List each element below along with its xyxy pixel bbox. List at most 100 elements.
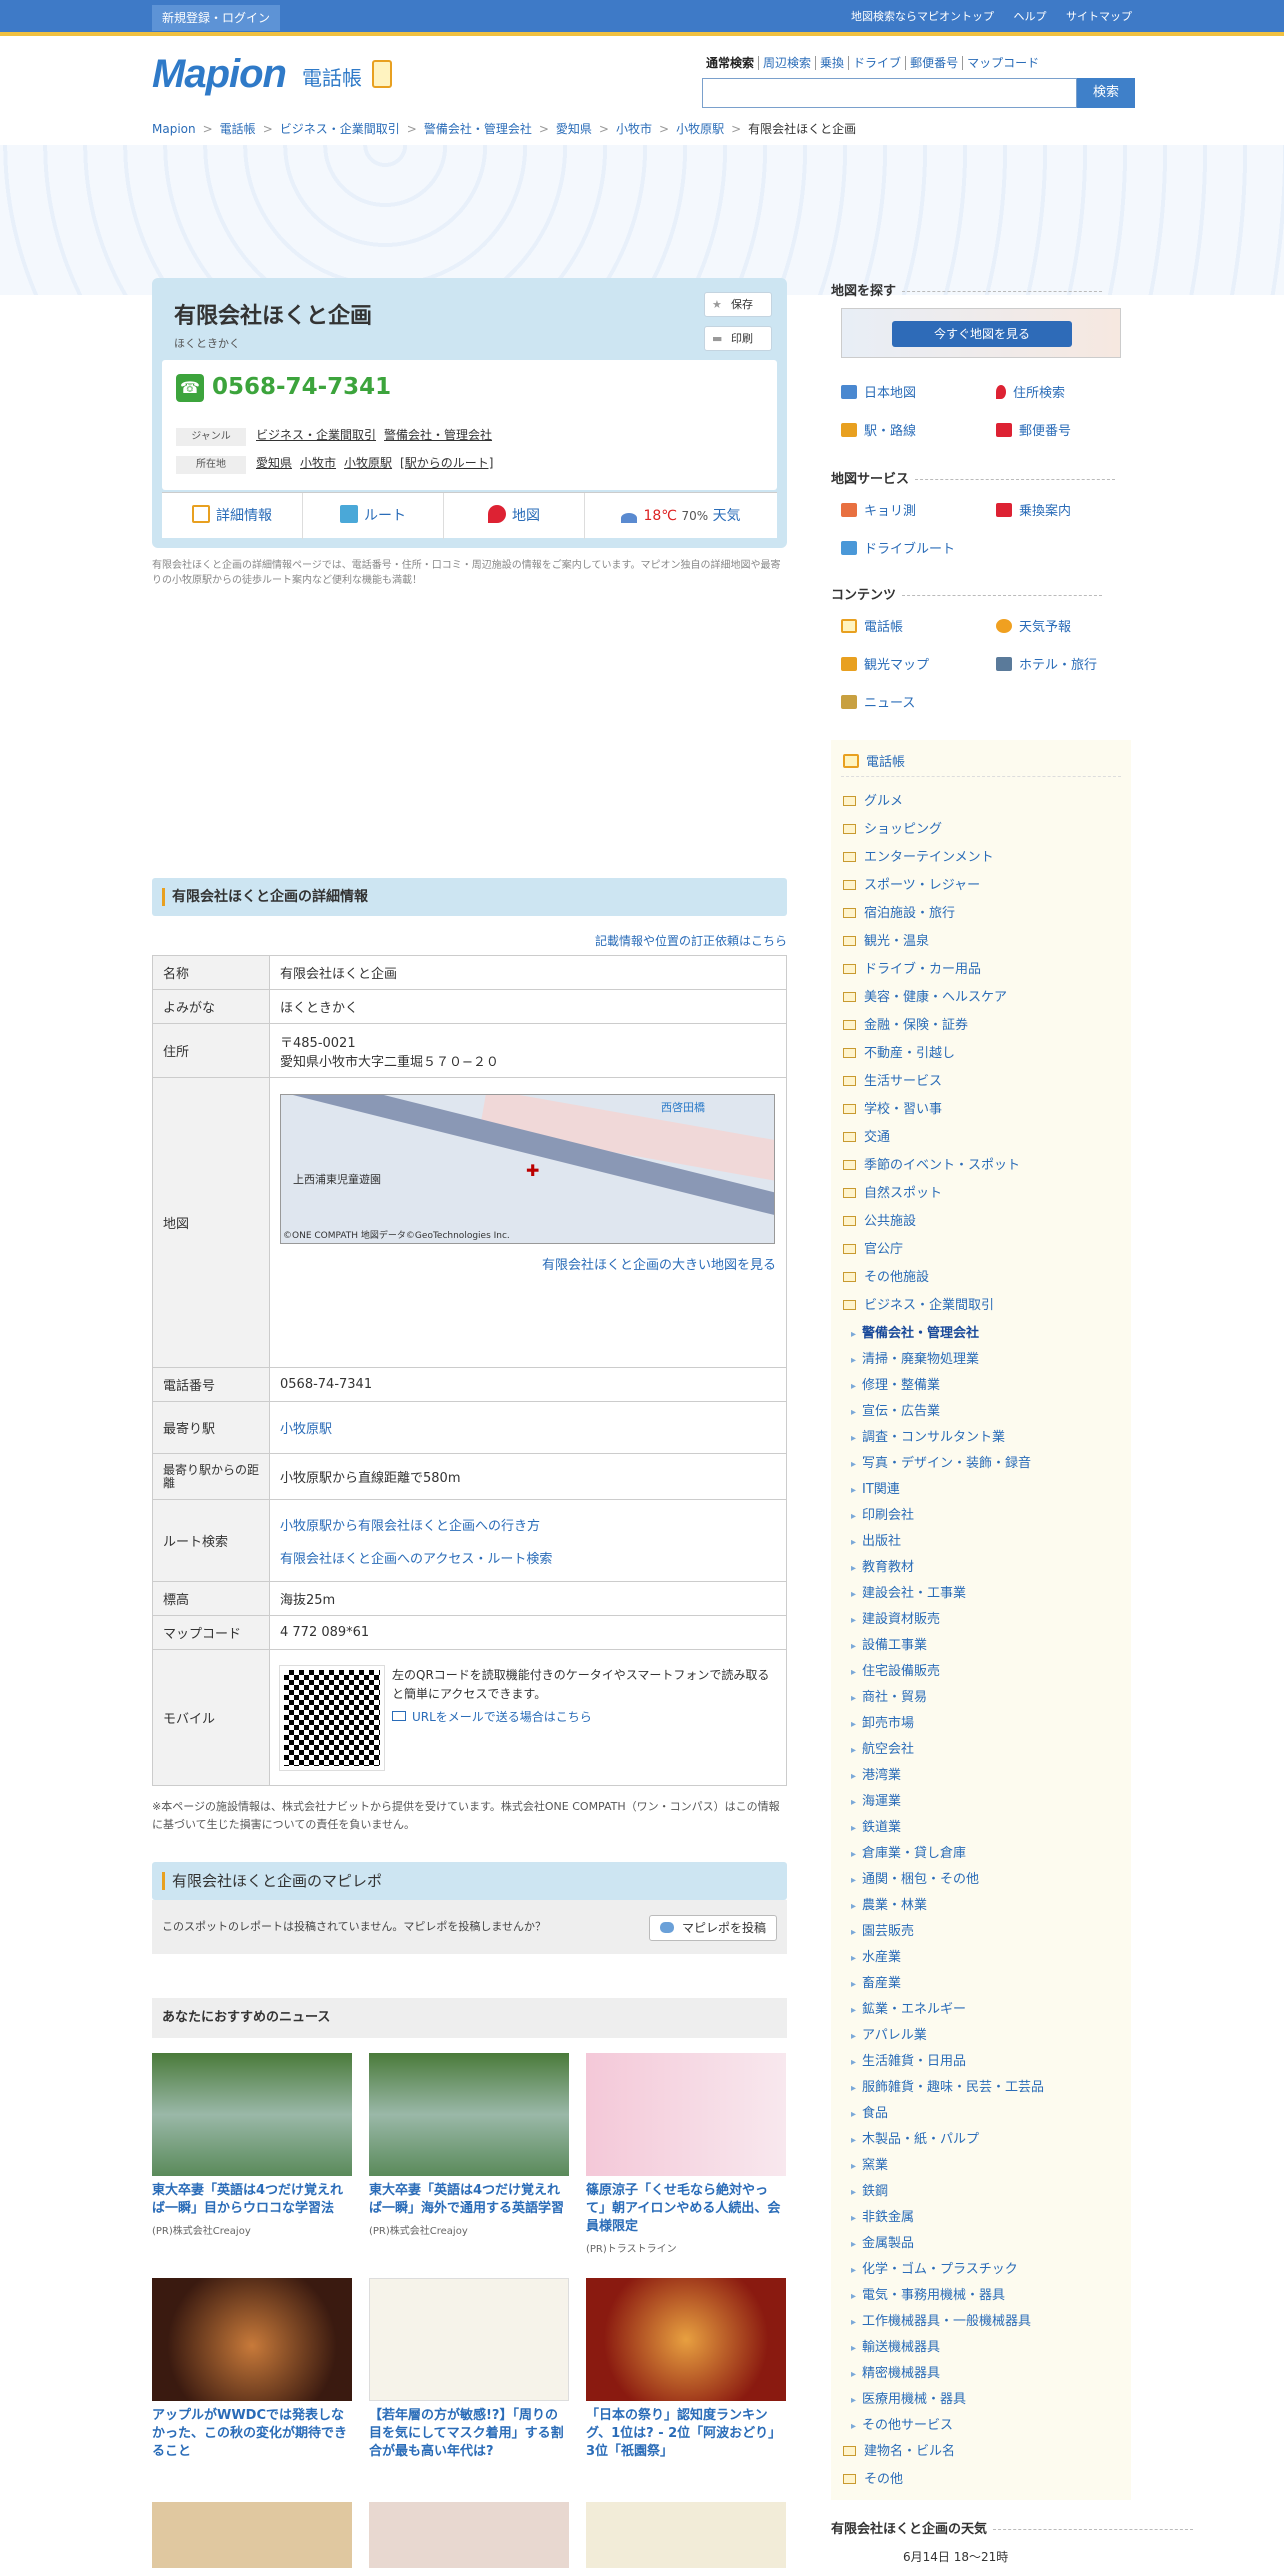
- category-item[interactable]: ドライブ・カー用品: [843, 958, 981, 977]
- search-input[interactable]: [702, 78, 1077, 108]
- subcategory-item[interactable]: 港湾業: [851, 1764, 901, 1783]
- help-link[interactable]: ヘルプ: [1014, 10, 1047, 23]
- phone-number[interactable]: 0568-74-7341: [212, 374, 391, 400]
- category-item[interactable]: 金融・保険・証券: [843, 1014, 968, 1033]
- subcategory-item[interactable]: 非鉄金属: [851, 2206, 914, 2225]
- map-tab[interactable]: 地図: [444, 493, 585, 539]
- category-item[interactable]: 建物名・ビル名: [843, 2440, 955, 2459]
- subcategory-item[interactable]: 教育教材: [851, 1556, 914, 1575]
- breadcrumb-aichi[interactable]: 愛知県: [556, 122, 592, 136]
- category-item[interactable]: ビジネス・企業間取引: [843, 1294, 994, 1313]
- address-link-city[interactable]: 小牧市: [300, 456, 336, 470]
- news-item[interactable]: 「日本の祭り」認知度ランキング、1位は? - 2位「阿波おどり」3位「祇園祭」: [586, 2278, 786, 2461]
- address-link-station[interactable]: 小牧原駅: [344, 456, 392, 470]
- tab-nearby-search[interactable]: 周辺検索: [758, 56, 816, 70]
- category-item[interactable]: 官公庁: [843, 1238, 903, 1257]
- news-item[interactable]: 東大卒妻「英語は4つだけ覚えれば一瞬」目からウロコな学習法 (PR)株式会社Cr…: [152, 2053, 352, 2237]
- search-button[interactable]: 検索: [1077, 78, 1135, 108]
- category-item[interactable]: 観光・温泉: [843, 930, 929, 949]
- phonebook-category-heading[interactable]: 電話帳: [843, 751, 905, 770]
- breadcrumb-security[interactable]: 警備会社・管理会社: [424, 122, 532, 136]
- genre-link-business[interactable]: ビジネス・企業間取引: [256, 428, 376, 442]
- subcategory-item[interactable]: 航空会社: [851, 1738, 914, 1757]
- breadcrumb-phonebook[interactable]: 電話帳: [220, 122, 256, 136]
- category-item[interactable]: その他: [843, 2468, 903, 2487]
- subcategory-item[interactable]: 金属製品: [851, 2232, 914, 2251]
- subcategory-item[interactable]: 宣伝・広告業: [851, 1400, 940, 1419]
- category-item[interactable]: その他施設: [843, 1266, 929, 1285]
- subcategory-item[interactable]: 修理・整備業: [851, 1374, 940, 1393]
- category-item[interactable]: 生活サービス: [843, 1070, 942, 1089]
- subcategory-item[interactable]: 海運業: [851, 1790, 901, 1809]
- detail-tab[interactable]: 詳細情報: [162, 493, 303, 539]
- news-item[interactable]: [586, 2502, 786, 2568]
- sitemap-link[interactable]: サイトマップ: [1066, 10, 1132, 23]
- tourism-map-link[interactable]: 観光マップ: [841, 654, 929, 673]
- send-url-mail-link[interactable]: URLをメールで送る場合はこちら: [412, 1710, 592, 1724]
- mini-map[interactable]: 西啓田橋 上西浦東児童遊園 ✚ ©ONE COMPATH 地図データ©GeoTe…: [280, 1094, 775, 1244]
- category-item[interactable]: 学校・習い事: [843, 1098, 942, 1117]
- route-tab[interactable]: ルート: [303, 493, 444, 539]
- mapion-logo[interactable]: Mapion 電話帳: [152, 52, 412, 102]
- address-link-pref[interactable]: 愛知県: [256, 456, 292, 470]
- print-button[interactable]: ▬ 印刷: [704, 326, 772, 351]
- breadcrumb-station[interactable]: 小牧原駅: [676, 122, 724, 136]
- register-login-link[interactable]: 新規登録・ログイン: [152, 5, 281, 31]
- news-item[interactable]: 【若年層の方が敏感!?】「周りの目を気にしてマスク着用」する割合が最も高い年代は…: [369, 2278, 569, 2461]
- tab-postal[interactable]: 郵便番号: [905, 56, 963, 70]
- breadcrumb-business[interactable]: ビジネス・企業間取引: [280, 122, 400, 136]
- category-item[interactable]: スポーツ・レジャー: [843, 874, 980, 893]
- subcategory-item[interactable]: 水産業: [851, 1946, 901, 1965]
- subcategory-item[interactable]: 電気・事務用機械・器具: [851, 2284, 1005, 2303]
- subcategory-item[interactable]: 調査・コンサルタント業: [851, 1426, 1005, 1445]
- distance-link[interactable]: キョリ測: [841, 500, 916, 519]
- weather-tab[interactable]: 18℃ 70% 天気: [585, 493, 777, 539]
- tab-normal-search[interactable]: 通常検索: [702, 56, 758, 70]
- large-map-link[interactable]: 有限会社ほくと企画の大きい地図を見る: [542, 1258, 776, 1273]
- subcategory-item[interactable]: 警備会社・管理会社: [851, 1322, 979, 1341]
- station-route-link[interactable]: [駅からのルート]: [400, 456, 493, 470]
- route-from-station-link[interactable]: 小牧原駅から有限会社ほくと企画への行き方: [280, 1519, 540, 1534]
- subcategory-item[interactable]: 窯業: [851, 2154, 888, 2173]
- category-item[interactable]: 公共施設: [843, 1210, 916, 1229]
- subcategory-item[interactable]: 服飾雑貨・趣味・民芸・工芸品: [851, 2076, 1044, 2095]
- category-item[interactable]: ショッピング: [843, 818, 942, 837]
- subcategory-item[interactable]: 写真・デザイン・装飾・録音: [851, 1452, 1031, 1471]
- address-search-link[interactable]: 住所検索: [996, 382, 1065, 401]
- subcategory-item[interactable]: 住宅設備販売: [851, 1660, 940, 1679]
- news-item[interactable]: [369, 2502, 569, 2568]
- subcategory-item[interactable]: アパレル業: [851, 2024, 927, 2043]
- subcategory-item[interactable]: 木製品・紙・パルプ: [851, 2128, 979, 2147]
- subcategory-item[interactable]: IT関連: [851, 1478, 900, 1497]
- japan-map-link[interactable]: 日本地図: [841, 382, 916, 401]
- tab-drive[interactable]: ドライブ: [848, 56, 906, 70]
- subcategory-item[interactable]: 倉庫業・貸し倉庫: [851, 1842, 966, 1861]
- post-mapirepo-button[interactable]: マピレポを投稿: [648, 1915, 777, 1941]
- news-link[interactable]: ニュース: [841, 692, 915, 711]
- postal-code-link[interactable]: 郵便番号: [996, 420, 1071, 439]
- tab-mapcode[interactable]: マップコード: [962, 56, 1044, 70]
- subcategory-item[interactable]: 清掃・廃棄物処理業: [851, 1348, 979, 1367]
- subcategory-item[interactable]: 園芸販売: [851, 1920, 914, 1939]
- subcategory-item[interactable]: その他サービス: [851, 2414, 953, 2433]
- category-item[interactable]: エンターテインメント: [843, 846, 994, 865]
- subcategory-item[interactable]: 鉄道業: [851, 1816, 901, 1835]
- breadcrumb-mapion[interactable]: Mapion: [152, 122, 196, 136]
- station-route-link[interactable]: 駅・路線: [841, 420, 916, 439]
- subcategory-item[interactable]: 鉄鋼: [851, 2180, 888, 2199]
- news-item[interactable]: 東大卒妻「英語は4つだけ覚えれば一瞬」海外で通用する英語学習 (PR)株式会社C…: [369, 2053, 569, 2237]
- subcategory-item[interactable]: 畜産業: [851, 1972, 901, 1991]
- hotel-travel-link[interactable]: ホテル・旅行: [996, 654, 1097, 673]
- category-item[interactable]: 自然スポット: [843, 1182, 942, 1201]
- transfer-link[interactable]: 乗換案内: [996, 500, 1071, 519]
- category-item[interactable]: 交通: [843, 1126, 890, 1145]
- subcategory-item[interactable]: 出版社: [851, 1530, 901, 1549]
- drive-route-link[interactable]: ドライブルート: [841, 538, 955, 557]
- subcategory-item[interactable]: 建設会社・工事業: [851, 1582, 966, 1601]
- subcategory-item[interactable]: 鉱業・エネルギー: [851, 1998, 966, 2017]
- subcategory-item[interactable]: 通関・梱包・その他: [851, 1868, 979, 1887]
- subcategory-item[interactable]: 卸売市場: [851, 1712, 914, 1731]
- news-item[interactable]: [152, 2502, 352, 2568]
- news-item[interactable]: 篠原涼子「くせ毛なら絶対やって」朝アイロンやめる人続出、会員様限定 (PR)トラ…: [586, 2053, 786, 2255]
- save-button[interactable]: ★ 保存: [704, 292, 772, 317]
